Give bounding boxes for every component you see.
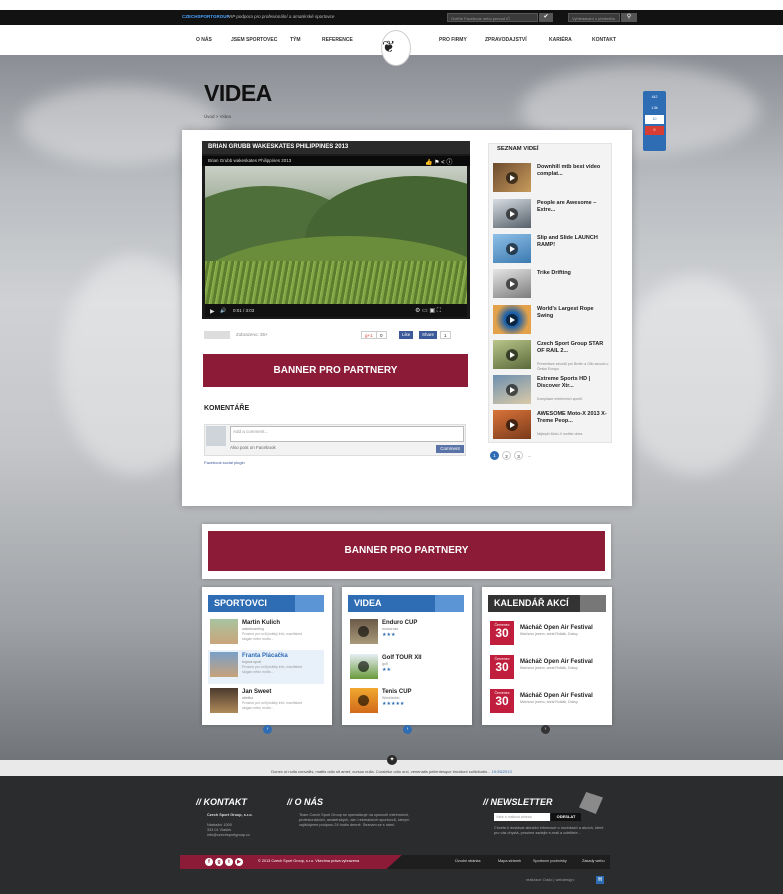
facebook-icon[interactable]: f [205, 858, 213, 866]
athlete-row[interactable]: Martin Kulich wakeboarding Proseor pro s… [210, 617, 320, 651]
gplus-icon[interactable]: g [215, 858, 223, 866]
event-row[interactable]: Červenec 30 Mácháč Open Air Festival Mách… [490, 652, 602, 686]
event-row[interactable]: Červenec 30 Mácháč Open Air Festival Mách… [490, 686, 602, 720]
footer-link-policy[interactable]: Zásady webu [582, 859, 605, 863]
comment-input[interactable]: Add a comment... [230, 426, 464, 442]
top-bar: CZECHSPORTGROUP VIP podpora pro profesio… [0, 10, 783, 25]
newsletter-submit-button[interactable]: ODESLAT [551, 813, 581, 821]
footer-link-sitemap[interactable]: Mapa stránek [498, 859, 521, 863]
video-row[interactable]: Tenis CUP Wimbledon ★★★★★ [350, 686, 460, 720]
fb-count-box: 1 [440, 331, 451, 339]
kalendar-more-button[interactable]: › [541, 725, 550, 734]
share-widget: 442 1.5k 10 0 [643, 91, 666, 151]
post-on-facebook-checkbox[interactable]: Also post on Facebook [230, 445, 276, 450]
avatar [206, 426, 226, 446]
search-icon[interactable]: ⚲ [621, 13, 637, 22]
tweet-text: Donec ut nulla convallis, mattis odio si… [271, 769, 491, 774]
video-share-icons[interactable]: 👍 ⚑ < ⓘ [425, 157, 452, 166]
facebook-check-input[interactable]: Ověřte Facebook nebo prevod IČ [447, 13, 538, 22]
tweet-count[interactable]: 1.5k [645, 104, 664, 113]
nav-kariera-label[interactable]: KARIÉRA [549, 37, 572, 43]
video-list-item[interactable]: Downhill mtb best video complat... [493, 163, 609, 195]
volume-icon[interactable]: 🔊 [220, 308, 226, 314]
nav-jsem-sportovec-label[interactable]: JSEM SPORTOVEC [231, 37, 277, 43]
video-list-item[interactable]: Slip and Slide LAUNCH RAMP! [493, 234, 609, 266]
partner-banner-top[interactable]: BANNER PRO PARTNERY [203, 354, 468, 387]
email-link[interactable]: info@czechsportgroup.cz [207, 833, 250, 838]
tweet-time[interactable]: 19:55/2013 [492, 769, 512, 774]
video-list-item[interactable]: People are Awesome – Extre... [493, 199, 609, 231]
nav-pro-firmy-label[interactable]: PRO FIRMY [439, 37, 467, 43]
video-controls: ▶ 🔊 0:01 / 3:03 ⚙ ▭ ▣ ⛶ [205, 304, 467, 317]
videa-title: VIDEA [348, 595, 464, 612]
fb-share-button[interactable]: Share [419, 331, 438, 339]
event-row[interactable]: Červenec 30 Mácháč Open Air Festival Mách… [490, 618, 602, 652]
video-time: 0:01 / 3:03 [233, 308, 255, 313]
footer-link-terms[interactable]: Sportovní podmínky [533, 859, 567, 863]
partner-banner-bottom[interactable]: BANNER PRO PARTNERY [208, 531, 605, 571]
breadcrumb[interactable]: Úvod > Videa [204, 114, 231, 119]
fb-like-button[interactable]: Like [399, 331, 414, 339]
settings-icon[interactable]: ⚙ ▭ ▣ ⛶ [415, 307, 441, 315]
company-name: Czech Sport Group, s.r.o. [207, 813, 253, 817]
footer-newsletter-title: // NEWSLETTER [483, 797, 553, 807]
athlete-row[interactable]: Jan Sweet atletika Proseor pro svůj krát… [210, 686, 320, 720]
credits[interactable]: realizace: Dado | webdesign: [526, 878, 575, 882]
videa-more-button[interactable]: › [403, 725, 412, 734]
rating-bar [204, 331, 230, 339]
footer-onas-text: Team Czech Sport Group se specializuje n… [299, 813, 410, 827]
page-3[interactable]: 3 [514, 451, 523, 460]
nav-kontakt-label[interactable]: KONTAKT [592, 37, 616, 43]
twitter-icon-footer[interactable]: t [225, 858, 233, 866]
logo-icon[interactable]: ❦ [381, 30, 411, 66]
copyright: © 2013 Czech Sport Group, s.r.o. Všechna… [258, 859, 360, 863]
nav-o-nas-label[interactable]: O NÁS [196, 37, 212, 43]
nav-tym-label[interactable]: TÝM [290, 37, 301, 43]
brand-link[interactable]: CZECHSPORTGROUP [182, 14, 230, 19]
play-icon[interactable]: ▶ [210, 308, 215, 315]
video-row[interactable]: Golf TOUR XII golf ★★ [350, 652, 460, 686]
search-input[interactable]: Vyhledávání v předmětu [568, 13, 620, 22]
athlete-row[interactable]: Franta Plácačka bojová sport Proseor pro… [208, 650, 324, 684]
footer [0, 776, 783, 894]
video-list-item[interactable]: AWESOME Moto-X 2013 X-Treme Peop... Nejl… [493, 410, 609, 442]
page-2[interactable]: 2 [502, 451, 511, 460]
sportovci-more-button[interactable]: › [263, 725, 272, 734]
footer-onas-title: // O NÁS [287, 797, 324, 807]
sportovci-title: SPORTOVCI [208, 595, 324, 612]
youtube-icon[interactable]: ▶ [235, 858, 243, 866]
share-count[interactable]: 10 [645, 115, 664, 124]
gplus-button[interactable]: g+1 [361, 331, 377, 339]
webdesign-logo-icon[interactable]: H [596, 876, 604, 884]
comments-title: KOMENTÁŘE [204, 405, 250, 412]
page-more[interactable]: ... [525, 451, 534, 460]
comment-button[interactable]: Comment [436, 445, 464, 453]
footer-link-home[interactable]: Úvodní stránka [455, 859, 481, 863]
video-list-item[interactable]: Trike Drifting [493, 269, 609, 301]
tagline: VIP podpora pro profesionální a amatérsk… [228, 14, 335, 19]
video-list-item[interactable]: Extreme Sports HD | Discover Xtr... Komp… [493, 375, 609, 407]
gplus-count-box: 0 [376, 331, 387, 339]
video-frame[interactable] [205, 166, 467, 304]
gplus-count[interactable]: 0 [645, 126, 664, 135]
check-icon[interactable]: ✔ [539, 13, 553, 22]
nav-zpravodajstvi-label[interactable]: ZPRAVODAJSTVÍ [485, 37, 527, 43]
newsletter-email-input[interactable]: Vaše e-mailová adresa [494, 813, 550, 821]
page-1[interactable]: 1 [490, 451, 499, 460]
video-header: BRIAN GRUBB WAKESKATES PHILIPPINES 2013 [202, 141, 470, 154]
views-count: Zobrazeno: 35× [236, 332, 268, 337]
video-list-item[interactable]: Czech Sport Group STAR OF RAIL 2... Prez… [493, 340, 609, 372]
footer-kontakt-title: // KONTAKT [196, 797, 247, 807]
twitter-icon: ✦ [387, 755, 397, 765]
page-title: VIDEA [204, 80, 272, 106]
fb-like-count[interactable]: 442 [645, 93, 664, 102]
video-row[interactable]: Enduro CUP motocross ★★★ [350, 617, 460, 651]
nav-reference-label[interactable]: REFERENCE [322, 37, 353, 43]
video-list-title: SEZNAM VIDEÍ [497, 146, 539, 152]
kalendar-title: KALENDÁŘ AKCÍ [488, 595, 606, 612]
facebook-plugin-label[interactable]: Facebook social plugin [204, 460, 245, 465]
newsletter-text: Chcete-li dostávat aktuální informace o … [494, 826, 604, 835]
video-list-item[interactable]: World's Largest Rope Swing [493, 305, 609, 337]
